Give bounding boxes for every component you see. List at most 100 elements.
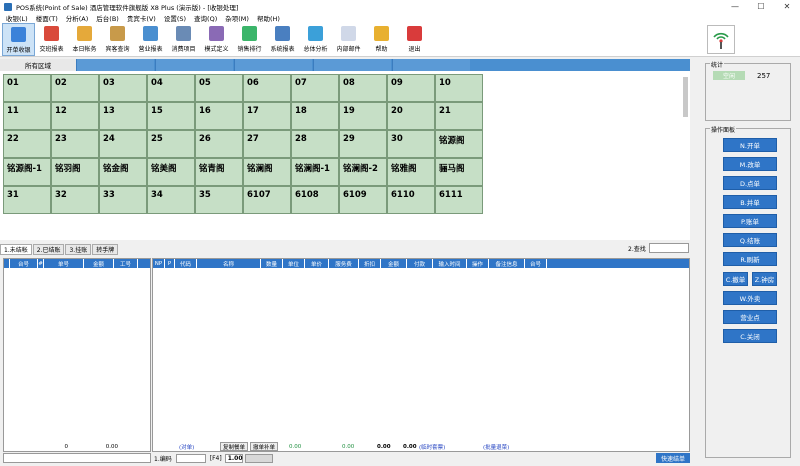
room-tile[interactable]: 铭青阁: [195, 158, 243, 186]
room-tile[interactable]: 09: [387, 74, 435, 102]
qty-input[interactable]: 1.00: [224, 454, 243, 463]
takeout-button[interactable]: W.外卖: [723, 291, 777, 305]
room-tile[interactable]: 15: [147, 102, 195, 130]
tab-transfer-tag[interactable]: 转手牌: [92, 243, 119, 255]
tab-unsettled[interactable]: 1.未结帐: [0, 243, 32, 255]
menu-settings[interactable]: 设置(S): [160, 13, 190, 23]
room-tile[interactable]: 06: [243, 74, 291, 102]
menu-cashier[interactable]: 收银(L): [2, 13, 32, 23]
room-tile[interactable]: 27: [243, 130, 291, 158]
room-tile[interactable]: 35: [195, 186, 243, 214]
toolbar-exit-button[interactable]: 退出: [398, 23, 431, 56]
room-tile[interactable]: 19: [339, 102, 387, 130]
room-tile[interactable]: 铭澜阁: [243, 158, 291, 186]
room-tile[interactable]: 26: [195, 130, 243, 158]
room-tile[interactable]: 28: [291, 130, 339, 158]
tab-settled[interactable]: 2.已结账: [32, 243, 65, 255]
room-tile[interactable]: 01: [3, 74, 51, 102]
close-panel-button[interactable]: C.关闭: [723, 329, 777, 343]
open-order-button[interactable]: N.开单: [723, 138, 777, 152]
room-tile[interactable]: 30: [387, 130, 435, 158]
menu-misc[interactable]: 杂项(M): [221, 13, 253, 23]
room-scrollbar[interactable]: [683, 77, 688, 117]
menu-floor[interactable]: 楼面(T): [32, 13, 62, 23]
toolbar-open-checkout-button[interactable]: 开单收银: [2, 23, 35, 56]
room-tile[interactable]: 08: [339, 74, 387, 102]
toolbar-help-button[interactable]: 帮助: [365, 23, 398, 56]
menu-query[interactable]: 查询(Q): [190, 13, 221, 23]
toolbar-daily-accounts-button[interactable]: 本日帐务: [68, 23, 101, 56]
room-tile[interactable]: 铭源阁-1: [3, 158, 51, 186]
room-tile[interactable]: 34: [147, 186, 195, 214]
room-tile[interactable]: 02: [51, 74, 99, 102]
room-tile[interactable]: 铭金阁: [99, 158, 147, 186]
room-tile[interactable]: 13: [99, 102, 147, 130]
change-order-button[interactable]: M.改单: [723, 157, 777, 171]
room-tile[interactable]: 23: [51, 130, 99, 158]
menu-help[interactable]: 帮助(H): [253, 13, 284, 23]
room-tile[interactable]: 铭美阁: [147, 158, 195, 186]
menu-analysis[interactable]: 分析(A): [62, 13, 93, 23]
minimize-button[interactable]: —: [722, 0, 748, 13]
room-tile[interactable]: 05: [195, 74, 243, 102]
code-input[interactable]: [175, 454, 206, 463]
room-tile[interactable]: 16: [195, 102, 243, 130]
tab-on-account[interactable]: 3.挂账: [65, 243, 92, 255]
refresh-button[interactable]: R.刷新: [723, 252, 777, 266]
order-list-table[interactable]: 台号 # 单号 金额 工号 0 0.00: [3, 258, 151, 452]
toolbar-guest-query-button[interactable]: 宾客查询: [101, 23, 134, 56]
room-tile[interactable]: 07: [291, 74, 339, 102]
quick-checkout-button[interactable]: 快速结单: [656, 453, 690, 463]
room-tile[interactable]: 铭澜阁-1: [291, 158, 339, 186]
room-tile[interactable]: 20: [387, 102, 435, 130]
close-button[interactable]: ✕: [774, 0, 800, 13]
left-bottom-field[interactable]: [3, 453, 151, 463]
maximize-button[interactable]: ☐: [748, 0, 774, 13]
bill-button[interactable]: P.账单: [723, 214, 777, 228]
room-tile[interactable]: 6110: [387, 186, 435, 214]
tab-area-3[interactable]: [155, 59, 233, 71]
room-tile[interactable]: 24: [99, 130, 147, 158]
room-tile[interactable]: 21: [435, 102, 483, 130]
toolbar-internal-mail-button[interactable]: 内部邮件: [332, 23, 365, 56]
tab-all-areas[interactable]: 所有区域: [0, 59, 76, 71]
search-input[interactable]: [649, 243, 689, 253]
room-tile[interactable]: 铭源阁: [435, 130, 483, 158]
tab-area-2[interactable]: [76, 59, 154, 71]
room-tile[interactable]: 32: [51, 186, 99, 214]
room-tile[interactable]: 29: [339, 130, 387, 158]
order-detail-table[interactable]: NP P 代码 名称 数量 单位 单价 服务费 折扣 金额 付款 输入时间 操作…: [152, 258, 690, 452]
room-tile[interactable]: 12: [51, 102, 99, 130]
room-tile[interactable]: 6109: [339, 186, 387, 214]
toolbar-sales-ranking-button[interactable]: 销售排行: [233, 23, 266, 56]
room-tile[interactable]: 6111: [435, 186, 483, 214]
room-tile[interactable]: 22: [3, 130, 51, 158]
room-tile[interactable]: 6108: [291, 186, 339, 214]
menu-vip[interactable]: 贵宾卡(V): [123, 13, 160, 23]
toolbar-system-report-button[interactable]: 系统报表: [266, 23, 299, 56]
room-tile[interactable]: 10: [435, 74, 483, 102]
room-tile[interactable]: 25: [147, 130, 195, 158]
checkout-button[interactable]: Q.结账: [723, 233, 777, 247]
toolbar-shift-report-button[interactable]: 交班报表: [35, 23, 68, 56]
room-tile[interactable]: 31: [3, 186, 51, 214]
room-tile[interactable]: 11: [3, 102, 51, 130]
tab-area-5[interactable]: [313, 59, 391, 71]
room-tile[interactable]: 17: [243, 102, 291, 130]
room-tile[interactable]: 03: [99, 74, 147, 102]
revenue-point-button[interactable]: 营业点: [723, 310, 777, 324]
room-tile[interactable]: 18: [291, 102, 339, 130]
room-tile[interactable]: 铭澜阁-2: [339, 158, 387, 186]
extra-field[interactable]: [244, 454, 273, 463]
toolbar-business-report-button[interactable]: 营业报表: [134, 23, 167, 56]
tab-area-6[interactable]: [392, 59, 470, 71]
menu-backend[interactable]: 后台(B): [92, 13, 123, 23]
merge-order-button[interactable]: B.并单: [723, 195, 777, 209]
room-tile[interactable]: 04: [147, 74, 195, 102]
toolbar-overall-analysis-button[interactable]: 总体分析: [299, 23, 332, 56]
order-dish-button[interactable]: D.点单: [723, 176, 777, 190]
toolbar-mode-define-button[interactable]: 模式定义: [200, 23, 233, 56]
toolbar-consumption-items-button[interactable]: 消费项目: [167, 23, 200, 56]
clock-room-button[interactable]: Z.钟房: [752, 272, 777, 286]
tab-area-4[interactable]: [234, 59, 312, 71]
